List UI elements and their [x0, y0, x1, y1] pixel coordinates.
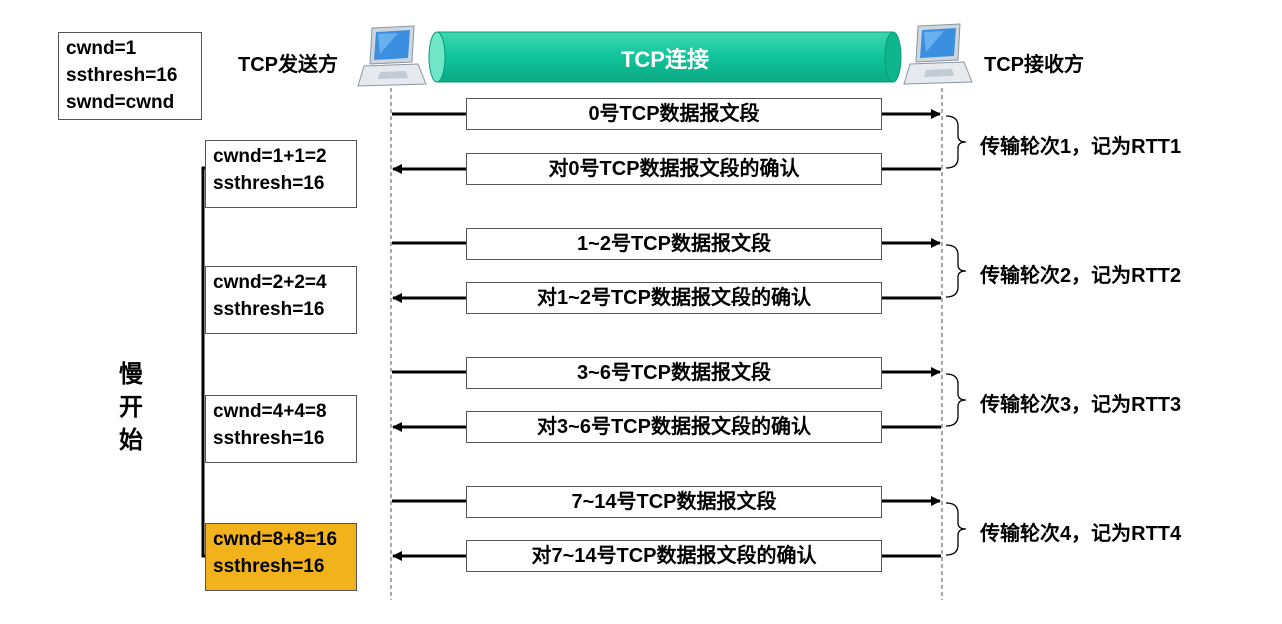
round-brace-4 — [945, 502, 967, 556]
round-brace-3 — [945, 373, 967, 427]
slow-start-label: 慢 开 始 — [119, 361, 143, 454]
connection-label: TCP连接 — [620, 47, 709, 72]
segment-box-round-1: 0号TCP数据报文段 — [466, 98, 882, 130]
cwnd-note-round-4: cwnd=8+8=16 ssthresh=16 — [205, 523, 357, 591]
segment-box-round-2: 1~2号TCP数据报文段 — [466, 228, 882, 260]
note-line: swnd=cwnd — [66, 92, 175, 113]
ack-box-round-2: 对1~2号TCP数据报文段的确认 — [466, 282, 882, 314]
round-brace-1 — [945, 115, 967, 169]
note-line: ssthresh=16 — [66, 65, 178, 86]
segment-box-round-4: 7~14号TCP数据报文段 — [466, 486, 882, 518]
initial-state-note: cwnd=1 ssthresh=16 swnd=cwnd — [58, 32, 202, 120]
ack-box-round-4: 对7~14号TCP数据报文段的确认 — [466, 540, 882, 572]
round-label-2: 传输轮次2，记为RTT2 — [980, 265, 1182, 287]
round-brace-2 — [945, 244, 967, 298]
segment-box-round-3: 3~6号TCP数据报文段 — [466, 357, 882, 389]
cwnd-note-round-3: cwnd=4+4=8 ssthresh=16 — [205, 395, 357, 463]
slow-start-bracket — [201, 166, 219, 558]
ack-box-round-3: 对3~6号TCP数据报文段的确认 — [466, 411, 882, 443]
receiver-laptop-icon — [903, 23, 973, 85]
ack-box-round-1: 对0号TCP数据报文段的确认 — [466, 153, 882, 185]
round-label-1: 传输轮次1，记为RTT1 — [980, 136, 1182, 158]
round-label-3: 传输轮次3，记为RTT3 — [980, 394, 1182, 416]
receiver-label: TCP接收方 — [984, 54, 1084, 76]
sender-label: TCP发送方 — [238, 54, 338, 76]
note-line: cwnd=1 — [66, 38, 137, 59]
round-label-4: 传输轮次4，记为RTT4 — [980, 523, 1182, 545]
cwnd-note-round-2: cwnd=2+2=4 ssthresh=16 — [205, 266, 357, 334]
cwnd-note-round-1: cwnd=1+1=2 ssthresh=16 — [205, 140, 357, 208]
sender-laptop-icon — [357, 25, 427, 87]
